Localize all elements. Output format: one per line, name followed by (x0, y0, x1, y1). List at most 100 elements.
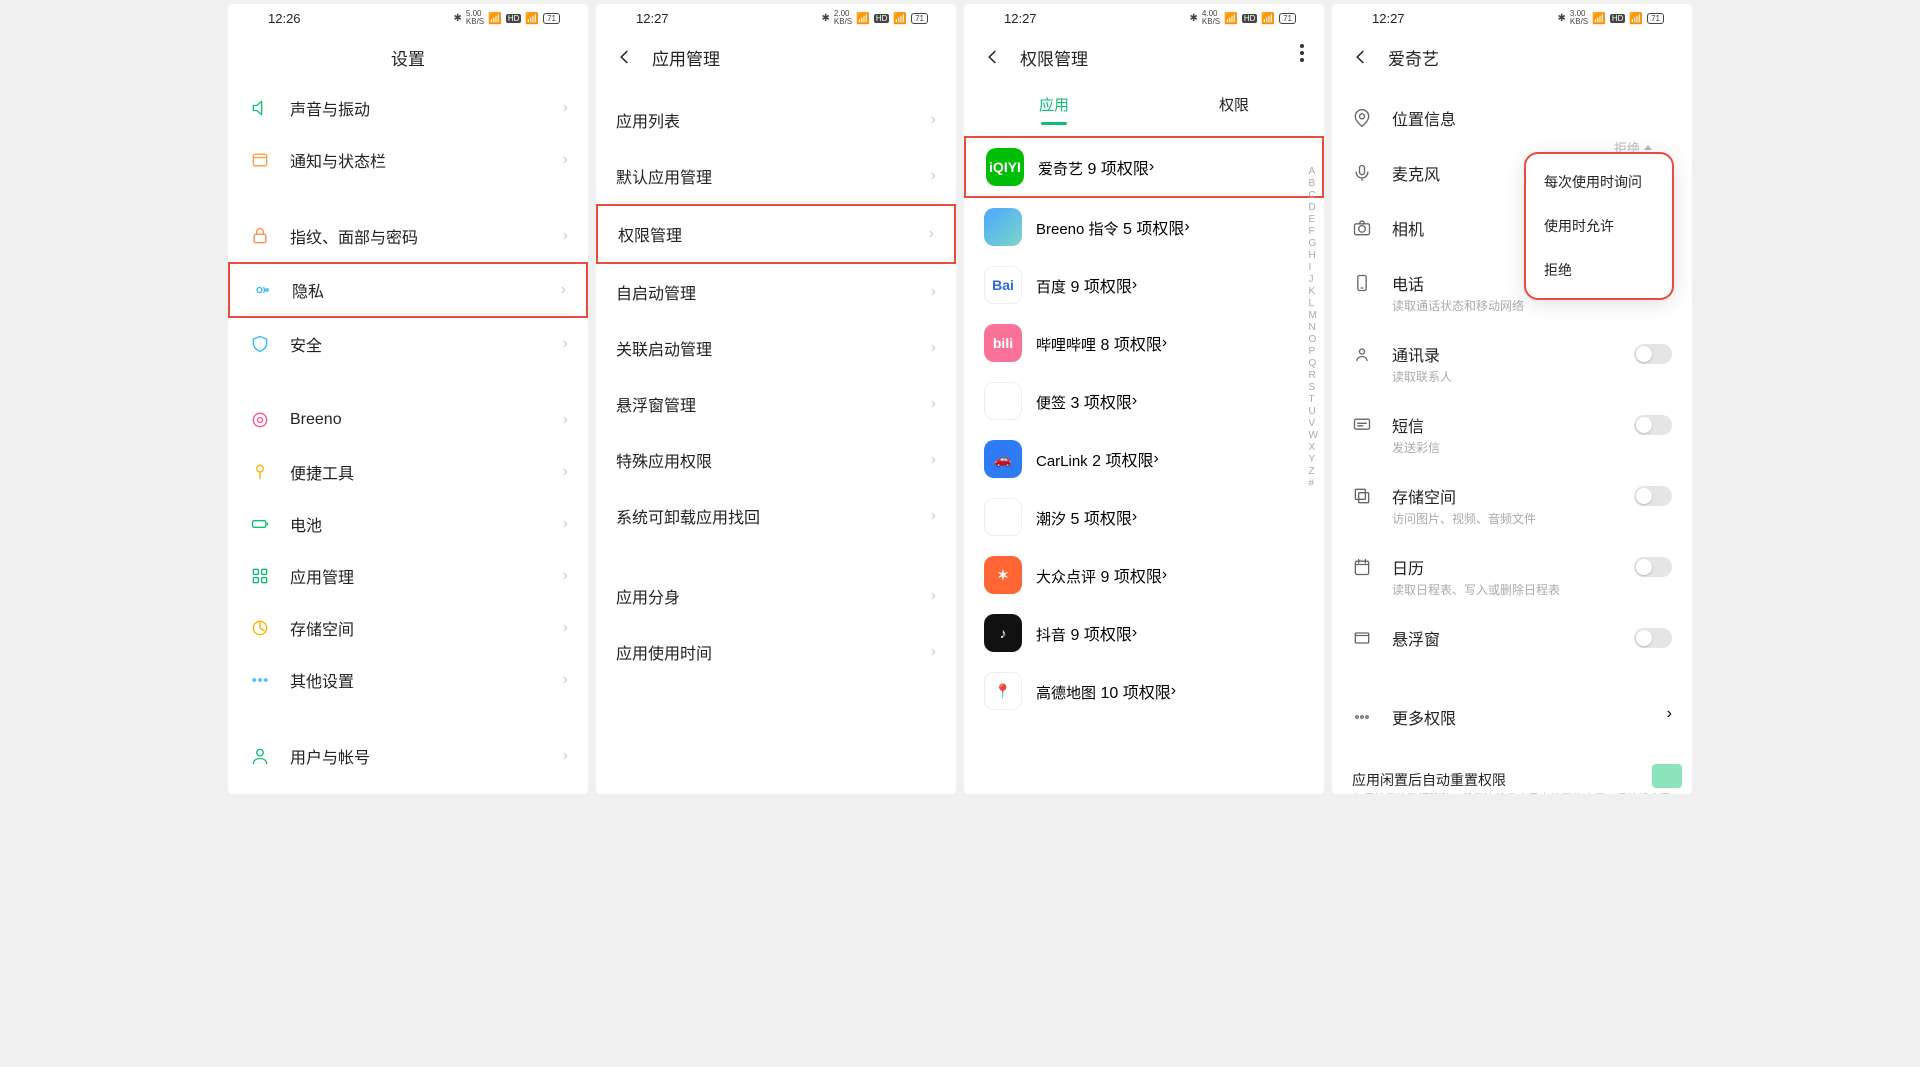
settings-item-user[interactable]: 用户与帐号 › (228, 730, 588, 782)
back-icon[interactable] (1352, 48, 1370, 66)
chevron-right-icon: › (563, 335, 568, 353)
index-letter[interactable]: H (1309, 250, 1318, 261)
appmgmt-item[interactable]: 应用列表 › (596, 92, 956, 148)
popup-option[interactable]: 拒绝 (1526, 248, 1672, 292)
index-letter[interactable]: A (1309, 166, 1318, 177)
chevron-right-icon: › (563, 99, 568, 117)
appmgmt-item[interactable]: 应用使用时间 › (596, 624, 956, 680)
appmgmt-item[interactable]: 关联启动管理 › (596, 320, 956, 376)
settings-item-cloud[interactable]: 云服务 › (228, 782, 588, 794)
index-letter[interactable]: G (1309, 238, 1318, 249)
settings-item-battery[interactable]: 电池 › (228, 498, 588, 550)
index-letter[interactable]: F (1309, 226, 1318, 237)
app-icon: 🚗 (984, 440, 1022, 478)
tab-apps[interactable]: 应用 (964, 84, 1144, 125)
app-row[interactable]: ✶ 大众点评 9 项权限 › (964, 546, 1324, 604)
toggle[interactable] (1634, 557, 1672, 577)
perm-row-sms[interactable]: 短信 发送彩信 (1332, 399, 1692, 470)
index-letter[interactable]: L (1309, 298, 1318, 309)
back-icon[interactable] (616, 48, 634, 66)
hd-icon: HD (506, 14, 522, 23)
row-label: 应用使用时间 (616, 640, 931, 664)
breeno-icon (248, 408, 272, 432)
index-letter[interactable]: M (1309, 310, 1318, 321)
app-row[interactable]: Bai 百度 9 项权限 › (964, 256, 1324, 314)
settings-item-lock[interactable]: 指纹、面部与密码 › (228, 210, 588, 262)
toggle[interactable] (1634, 486, 1672, 506)
app-row[interactable]: Breeno 指令 5 项权限 › (964, 198, 1324, 256)
app-row[interactable]: 便签 3 项权限 › (964, 372, 1324, 430)
app-icon: ✶ (984, 556, 1022, 594)
perm-row-storage[interactable]: 存储空间 访问图片、视频、音频文件 (1332, 470, 1692, 541)
index-letter[interactable]: D (1309, 202, 1318, 213)
app-row[interactable]: ◯ 潮汐 5 项权限 › (964, 488, 1324, 546)
appmgmt-item[interactable]: 默认应用管理 › (596, 148, 956, 204)
index-letter[interactable]: R (1309, 370, 1318, 381)
chevron-right-icon: › (1154, 450, 1159, 468)
index-letter[interactable]: E (1309, 214, 1318, 225)
status-bar: 12:27 ✱ 2.00KB/S HD 71 (596, 4, 956, 32)
app-name: 大众点评 (1036, 569, 1096, 586)
app-row[interactable]: 📍 高德地图 10 项权限 › (964, 662, 1324, 720)
index-letter[interactable]: X (1309, 442, 1318, 453)
index-letter[interactable]: C (1309, 190, 1318, 201)
appmgmt-item[interactable]: 应用分身 › (596, 568, 956, 624)
app-row[interactable]: ♪ 抖音 9 项权限 › (964, 604, 1324, 662)
index-letter[interactable]: N (1309, 322, 1318, 333)
tab-perms[interactable]: 权限 (1144, 84, 1324, 125)
index-letter[interactable]: U (1309, 406, 1318, 417)
appmgmt-item[interactable]: 权限管理 › (596, 204, 956, 264)
index-letter[interactable]: Q (1309, 358, 1318, 369)
index-letter[interactable]: O (1309, 334, 1318, 345)
toggle[interactable] (1634, 628, 1672, 648)
chevron-right-icon: › (563, 671, 568, 689)
settings-item-storage[interactable]: 存储空间 › (228, 602, 588, 654)
appmgmt-item[interactable]: 特殊应用权限 › (596, 432, 956, 488)
perm-row-cal[interactable]: 日历 读取日程表、写入或删除日程表 (1332, 541, 1692, 612)
appmgmt-item[interactable]: 自启动管理 › (596, 264, 956, 320)
perm-row-more[interactable]: 更多权限 › (1332, 691, 1692, 746)
index-letter[interactable]: B (1309, 178, 1318, 189)
toggle[interactable] (1634, 415, 1672, 435)
settings-item-privacy[interactable]: 隐私 › (228, 262, 588, 318)
more-icon[interactable] (1300, 44, 1304, 62)
index-letter[interactable]: S (1309, 382, 1318, 393)
settings-item-sound[interactable]: 声音与振动 › (228, 82, 588, 134)
perm-row-contacts[interactable]: 通讯录 读取联系人 (1332, 328, 1692, 399)
index-letter[interactable]: W (1309, 430, 1318, 441)
user-icon (248, 744, 272, 768)
appmgmt-item[interactable]: 悬浮窗管理 › (596, 376, 956, 432)
index-letter[interactable]: Y (1309, 454, 1318, 465)
back-icon[interactable] (984, 48, 1002, 66)
status-indicators: ✱ 3.00KB/S HD 71 (1558, 10, 1665, 26)
index-letter[interactable]: K (1309, 286, 1318, 297)
app-list: iQIYI 爱奇艺 9 项权限 › Breeno 指令 5 项权限 › Bai … (964, 136, 1324, 720)
app-icon: bili (984, 324, 1022, 362)
appmgmt-item[interactable]: 系统可卸载应用找回 › (596, 488, 956, 544)
hd-icon: HD (1610, 14, 1626, 23)
settings-item-apps[interactable]: 应用管理 › (228, 550, 588, 602)
index-letter[interactable]: Z (1309, 466, 1318, 477)
settings-item-breeno[interactable]: Breeno › (228, 394, 588, 446)
index-letter[interactable]: V (1309, 418, 1318, 429)
contacts-icon (1352, 344, 1374, 369)
settings-item-security[interactable]: 安全 › (228, 318, 588, 370)
settings-item-label: 指纹、面部与密码 (290, 224, 563, 248)
settings-item-other[interactable]: 其他设置 › (228, 654, 588, 706)
app-row[interactable]: 🚗 CarLink 2 项权限 › (964, 430, 1324, 488)
app-row[interactable]: iQIYI 爱奇艺 9 项权限 › (964, 136, 1324, 198)
settings-item-tools[interactable]: 便捷工具 › (228, 446, 588, 498)
popup-option[interactable]: 每次使用时询问 (1526, 160, 1672, 204)
index-letter[interactable]: # (1309, 478, 1318, 489)
app-row[interactable]: bili 哔哩哔哩 8 项权限 › (964, 314, 1324, 372)
index-letter[interactable]: J (1309, 274, 1318, 285)
index-letter[interactable]: P (1309, 346, 1318, 357)
row-label: 自启动管理 (616, 280, 931, 304)
popup-option[interactable]: 使用时允许 (1526, 204, 1672, 248)
alpha-index[interactable]: ABCDEFGHIJKLMNOPQRSTUVWXYZ# (1309, 166, 1318, 489)
index-letter[interactable]: I (1309, 262, 1318, 273)
perm-row-float[interactable]: 悬浮窗 (1332, 612, 1692, 667)
toggle[interactable] (1634, 344, 1672, 364)
index-letter[interactable]: T (1309, 394, 1318, 405)
settings-item-notify[interactable]: 通知与状态栏 › (228, 134, 588, 186)
